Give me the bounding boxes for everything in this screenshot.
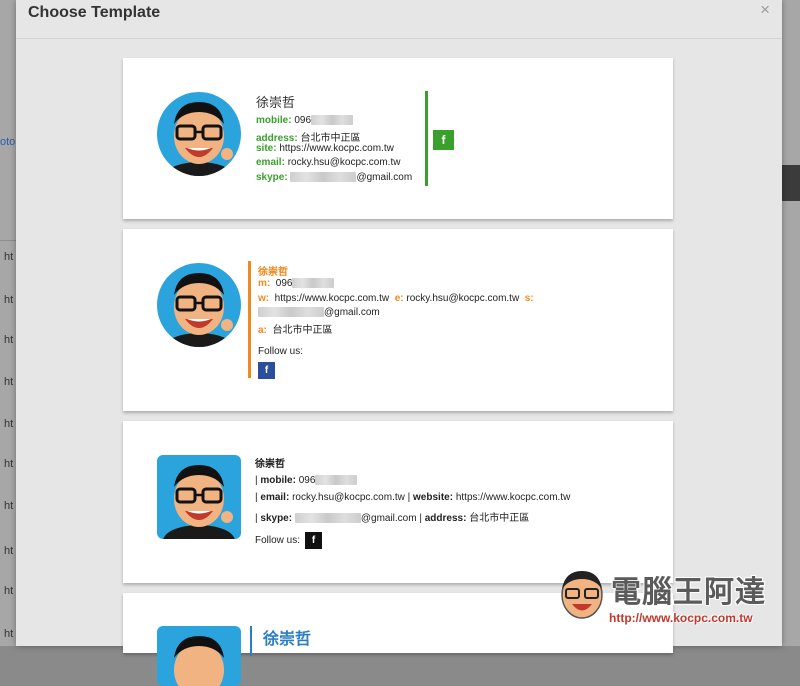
a-label: a: xyxy=(258,325,267,336)
blurred-text xyxy=(292,278,335,289)
separator: | xyxy=(255,513,258,524)
skype-address-line: | skype: @gmail.com | address: 台北市中正區 xyxy=(255,509,529,524)
address-line: address: 台北市中正區 xyxy=(256,129,360,144)
avatar xyxy=(157,263,241,347)
signature-name: 徐崇哲 xyxy=(263,631,312,648)
separator: | xyxy=(407,492,411,503)
avatar xyxy=(157,455,241,539)
email-value: rocky.hsu@kocpc.com.tw xyxy=(292,492,405,503)
accent-divider xyxy=(250,626,252,656)
choose-template-modal: Choose Template × 徐崇哲 mobile: 096 addres… xyxy=(16,0,782,686)
w-label: w: xyxy=(258,293,270,304)
skype-line: skype: @gmail.com xyxy=(256,172,412,183)
avatar xyxy=(157,626,241,686)
address-line: a: 台北市中正區 xyxy=(258,321,332,336)
skype-value: @gmail.com xyxy=(360,513,417,524)
site-label: site: xyxy=(256,143,277,154)
accent-divider xyxy=(425,91,428,186)
blurred-text xyxy=(294,513,361,524)
mobile-value: 096 xyxy=(275,278,293,289)
blurred-text xyxy=(290,172,357,183)
watermark-face-icon xyxy=(561,571,603,619)
modal-title: Choose Template xyxy=(28,4,161,21)
row-divider xyxy=(0,240,16,241)
address-value: 台北市中正區 xyxy=(272,325,333,336)
mobile-value: 096 xyxy=(298,475,316,486)
mobile-line: m: 096 xyxy=(258,278,335,289)
site-line: site: https://www.kocpc.com.tw xyxy=(256,143,394,154)
blurred-text xyxy=(315,475,358,486)
cartoon-face-icon xyxy=(157,626,241,686)
background-left-column: oto ht ht ht ht ht ht ht ht ht ht xyxy=(0,0,16,646)
email-value: rocky.hsu@kocpc.com.tw xyxy=(406,293,520,304)
skype-value: @gmail.com xyxy=(324,307,380,318)
background-row-text: ht xyxy=(4,585,14,597)
background-row-text: ht xyxy=(4,294,14,306)
website-value: https://www.kocpc.com.tw xyxy=(455,492,571,503)
contact-line: w: https://www.kocpc.com.tw e: rocky.hsu… xyxy=(258,293,534,304)
modal-header: Choose Template × xyxy=(16,0,782,39)
facebook-icon[interactable]: f xyxy=(433,130,454,150)
avatar xyxy=(157,92,241,176)
close-button[interactable]: × xyxy=(760,0,770,20)
blurred-text xyxy=(311,115,354,126)
signature-name: 徐崇哲 xyxy=(258,267,288,278)
accent-divider xyxy=(248,261,251,378)
background-row-text: ht xyxy=(4,628,14,640)
m-label: m: xyxy=(258,278,271,289)
s-label: s: xyxy=(524,293,534,304)
blurred-text xyxy=(258,307,324,318)
facebook-icon[interactable]: f xyxy=(305,532,322,549)
address-value: 台北市中正區 xyxy=(469,513,530,524)
background-right-column xyxy=(782,0,800,646)
skype-value: @gmail.com xyxy=(356,172,413,183)
e-label: e: xyxy=(394,293,404,304)
signature-name: 徐崇哲 xyxy=(255,459,285,470)
skype-label: skype: xyxy=(260,513,293,524)
template-card-1[interactable]: 徐崇哲 mobile: 096 address: 台北市中正區 site: ht… xyxy=(123,58,673,219)
mobile-label: mobile: xyxy=(256,115,292,126)
site-value: https://www.kocpc.com.tw xyxy=(279,143,394,154)
mobile-line: | mobile: 096 xyxy=(255,475,358,486)
mobile-value: 096 xyxy=(294,115,312,126)
background-row-text: ht xyxy=(4,545,14,557)
cartoon-face-icon xyxy=(157,455,241,539)
separator: | xyxy=(419,513,422,524)
email-label: email: xyxy=(260,492,290,503)
address-label: address: xyxy=(424,513,467,524)
background-row-text: ht xyxy=(4,251,14,263)
website-label: website: xyxy=(413,492,454,503)
watermark: 電腦王阿達 http://www.kocpc.com.tw xyxy=(553,563,793,641)
separator: | xyxy=(255,475,258,486)
watermark-text: 電腦王阿達 xyxy=(611,576,766,609)
email-website-line: | email: rocky.hsu@kocpc.com.tw | websit… xyxy=(255,492,570,503)
separator: | xyxy=(255,492,258,503)
facebook-icon[interactable]: f xyxy=(258,362,275,379)
email-label: email: xyxy=(256,157,285,168)
mobile-line: mobile: 096 xyxy=(256,115,354,126)
template-card-3[interactable]: 徐崇哲 | mobile: 096 | email: rocky.hsu@koc… xyxy=(123,421,673,583)
background-row-text: ht xyxy=(4,334,14,346)
watermark-url: http://www.kocpc.com.tw xyxy=(609,611,753,625)
cartoon-face-icon xyxy=(157,92,241,176)
mobile-label: mobile: xyxy=(260,475,296,486)
cartoon-face-icon xyxy=(157,263,241,347)
skype-line: @gmail.com xyxy=(258,307,380,318)
email-line: email: rocky.hsu@kocpc.com.tw xyxy=(256,157,400,168)
follow-us-label: Follow us: xyxy=(255,535,301,546)
follow-us-label: Follow us: xyxy=(258,346,304,357)
background-row-text: ht xyxy=(4,458,14,470)
signature-name: 徐崇哲 xyxy=(256,95,296,110)
website-value: https://www.kocpc.com.tw xyxy=(274,293,390,304)
background-link[interactable]: oto xyxy=(0,136,15,148)
background-row-text: ht xyxy=(4,500,14,512)
background-row-text: ht xyxy=(4,376,14,388)
background-dark-bar xyxy=(782,165,800,201)
template-card-2[interactable]: 徐崇哲 m: 096 w: https://www.kocpc.com.tw e… xyxy=(123,229,673,411)
skype-label: skype: xyxy=(256,172,288,183)
background-row-text: ht xyxy=(4,418,14,430)
email-value: rocky.hsu@kocpc.com.tw xyxy=(287,157,401,168)
